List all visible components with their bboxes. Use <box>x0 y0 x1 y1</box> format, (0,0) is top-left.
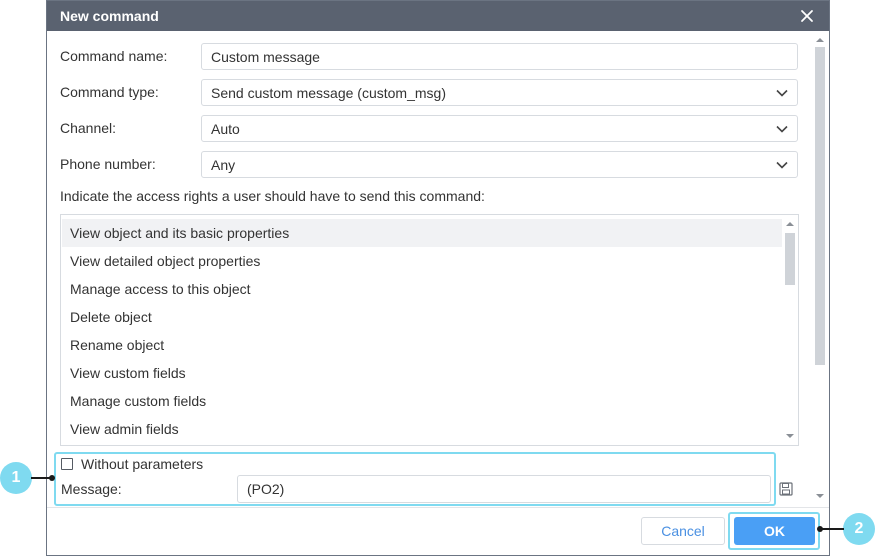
save-icon[interactable] <box>779 482 793 496</box>
dialog-titlebar: New command <box>47 1 829 31</box>
callout-badge-2: 2 <box>843 513 875 545</box>
callout-dot-1 <box>49 475 55 481</box>
scroll-up-arrow-icon[interactable] <box>786 222 794 226</box>
phone-number-label: Phone number: <box>60 156 156 172</box>
footer-divider <box>47 507 829 508</box>
access-right-item[interactable]: View custom fields <box>62 359 782 387</box>
callout-badge-1: 1 <box>0 462 32 494</box>
scroll-up-arrow-icon[interactable] <box>816 38 824 42</box>
access-right-item[interactable]: View detailed object properties <box>62 247 782 275</box>
scrollbar-thumb[interactable] <box>815 47 825 365</box>
chevron-down-icon <box>776 161 788 169</box>
without-parameters-checkbox[interactable] <box>61 458 73 470</box>
command-name-value: Custom message <box>211 49 320 65</box>
command-name-input[interactable]: Custom message <box>201 43 798 70</box>
scrollbar-thumb[interactable] <box>785 233 795 285</box>
channel-label: Channel: <box>60 120 117 136</box>
channel-value: Auto <box>211 121 240 137</box>
message-input[interactable]: (PO2) <box>237 475 771 503</box>
access-right-item[interactable]: Manage access to this object <box>62 275 782 303</box>
phone-number-value: Any <box>211 157 236 173</box>
access-right-item[interactable]: Rename object <box>62 331 782 359</box>
access-right-item[interactable]: View admin fields <box>62 415 782 443</box>
phone-number-select[interactable]: Any <box>201 151 798 178</box>
access-rights-scrollbar[interactable] <box>782 215 798 445</box>
callout-dot-2 <box>817 526 823 532</box>
access-right-item[interactable]: Manage custom fields <box>62 387 782 415</box>
callout-leader-2 <box>820 528 844 530</box>
access-rights-list[interactable]: View object and its basic properties Vie… <box>60 214 799 446</box>
command-name-label: Command name: <box>60 48 168 64</box>
cancel-button[interactable]: Cancel <box>641 517 725 545</box>
message-label: Message: <box>61 481 122 497</box>
without-parameters-label[interactable]: Without parameters <box>81 456 203 472</box>
command-type-label: Command type: <box>60 84 159 100</box>
close-icon[interactable] <box>796 5 818 27</box>
command-type-value: Send custom message (custom_msg) <box>211 85 446 101</box>
chevron-down-icon <box>776 89 788 97</box>
scroll-down-arrow-icon[interactable] <box>816 494 824 498</box>
access-right-item[interactable]: View object and its basic properties <box>62 219 782 247</box>
ok-button[interactable]: OK <box>734 517 815 545</box>
dialog-title: New command <box>60 8 159 24</box>
message-value: (PO2) <box>247 481 285 497</box>
chevron-down-icon <box>776 125 788 133</box>
scroll-down-arrow-icon[interactable] <box>786 434 794 438</box>
command-type-select[interactable]: Send custom message (custom_msg) <box>201 79 798 106</box>
access-right-item[interactable]: Delete object <box>62 303 782 331</box>
callout-leader-1 <box>31 477 51 479</box>
dialog-scrollbar[interactable] <box>812 33 827 501</box>
access-rights-label: Indicate the access rights a user should… <box>60 188 485 204</box>
channel-select[interactable]: Auto <box>201 115 798 142</box>
new-command-dialog: New command Command name: Custom message… <box>46 0 830 556</box>
